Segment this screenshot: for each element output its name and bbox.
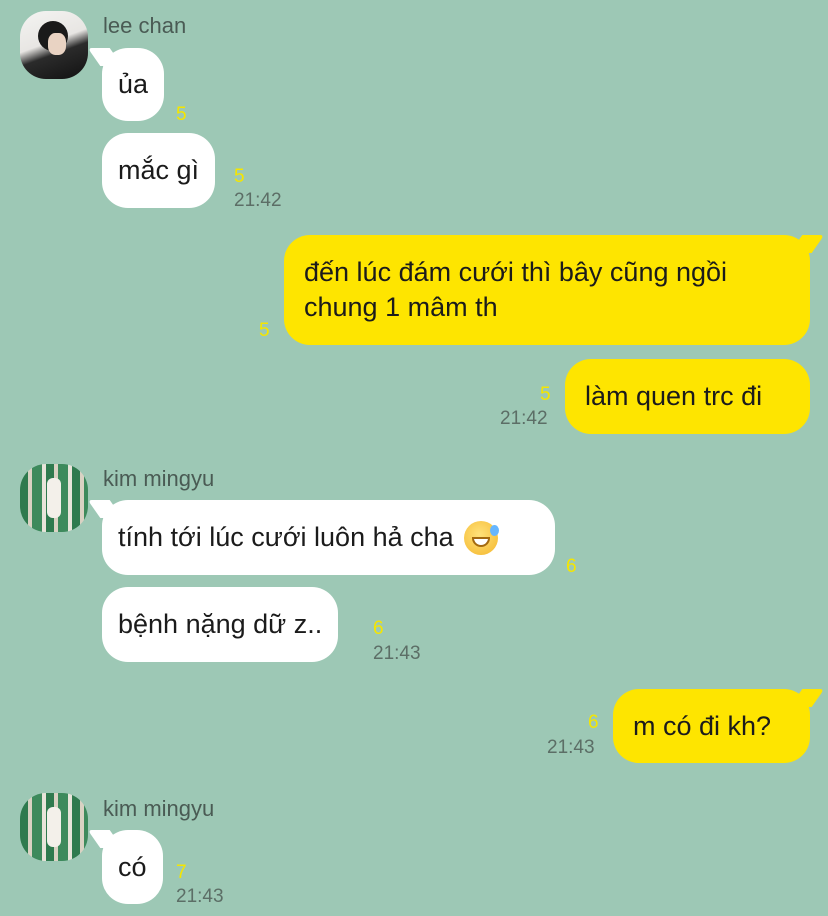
avatar-face-shape [48, 33, 66, 55]
avatar-lee-chan[interactable] [20, 11, 88, 79]
message-bubble[interactable]: tính tới lúc cưới luôn hả cha [102, 500, 555, 575]
message-text: làm quen trc đi [585, 381, 763, 411]
sender-name: kim mingyu [103, 466, 215, 491]
avatar-kim-mingyu[interactable] [20, 464, 88, 532]
message-text: mắc gì [118, 155, 200, 185]
message-text: bệnh nặng dữ z.. [118, 609, 323, 639]
timestamp: 21:42 [500, 408, 548, 429]
message-text: ủa [118, 69, 149, 99]
message-bubble[interactable]: m có đi kh? [613, 689, 810, 763]
avatar-kim-mingyu[interactable] [20, 793, 88, 861]
unread-count: 5 [259, 320, 270, 341]
message-text: m có đi kh? [633, 710, 772, 741]
message-bubble[interactable]: có [102, 830, 163, 904]
unread-count: 5 [540, 384, 551, 405]
avatar-figure-shape [47, 478, 61, 518]
message-text-line: chung 1 mâm th [304, 292, 498, 322]
avatar-figure-shape [47, 807, 61, 847]
timestamp: 21:43 [373, 643, 421, 664]
sweat-smile-emoji-icon [463, 520, 499, 555]
unread-count: 6 [566, 556, 577, 577]
message-bubble[interactable]: ủa [102, 48, 165, 121]
timestamp: 21:42 [234, 190, 282, 211]
sender-name: lee chan [103, 13, 187, 38]
message-bubble[interactable]: mắc gì [102, 133, 216, 208]
message-bubble[interactable]: làm quen trc đi [565, 359, 810, 434]
timestamp: 21:43 [547, 737, 595, 758]
message-text-line: đến lúc đám cưới thì bây cũng ngồi [304, 257, 728, 287]
unread-count: 5 [176, 104, 187, 125]
message-bubble[interactable]: bệnh nặng dữ z.. [102, 587, 339, 662]
unread-count: 7 [176, 862, 187, 883]
timestamp: 21:43 [176, 886, 224, 907]
unread-count: 6 [588, 712, 599, 733]
sender-name: kim mingyu [103, 796, 215, 821]
message-text: tính tới lúc cưới luôn hả cha [118, 522, 454, 552]
unread-count: 5 [234, 166, 245, 187]
unread-count: 6 [373, 618, 384, 639]
message-text: có [118, 851, 147, 882]
message-bubble[interactable]: đến lúc đám cưới thì bây cũng ngồi chung… [284, 235, 810, 345]
